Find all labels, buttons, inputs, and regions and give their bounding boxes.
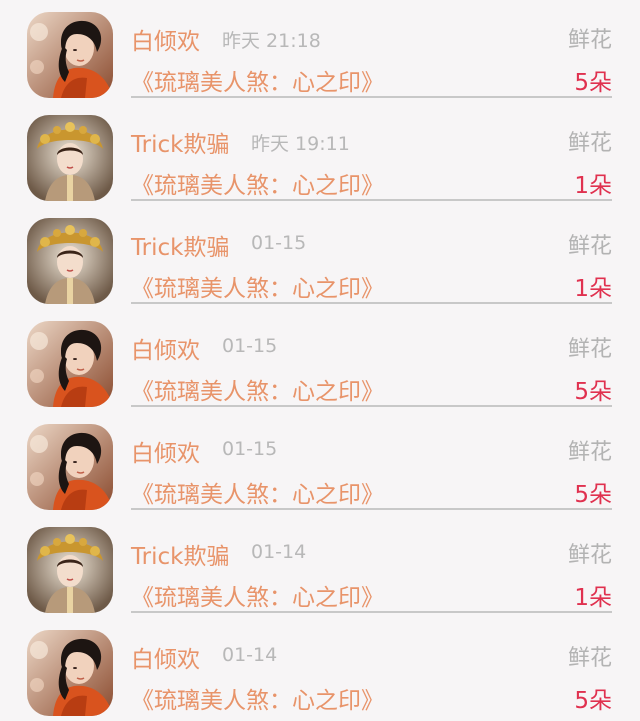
work-title[interactable]: 《琉璃美人煞：心之印》 — [131, 372, 384, 406]
divider — [131, 508, 612, 510]
work-title[interactable]: 《琉璃美人煞：心之印》 — [131, 166, 384, 200]
timestamp: 昨天 19:11 — [251, 133, 350, 155]
divider — [131, 405, 612, 407]
timestamp: 01-15 — [222, 438, 278, 460]
avatar-golden-headdress-image — [27, 115, 113, 201]
gift-type: 鲜花 — [567, 337, 612, 362]
gift-count: 5朵 — [574, 688, 612, 714]
timestamp: 01-15 — [222, 335, 278, 357]
work-title[interactable]: 《琉璃美人煞：心之印》 — [131, 269, 384, 303]
timestamp: 01-15 — [251, 232, 307, 254]
work-title[interactable]: 《琉璃美人煞：心之印》 — [131, 475, 384, 509]
avatar[interactable] — [27, 527, 113, 613]
list-item[interactable]: Trick欺骗 昨天 19:11 鲜花 《琉璃美人煞：心之印》 1朵 — [0, 103, 640, 206]
work-title[interactable]: 《琉璃美人煞：心之印》 — [131, 578, 384, 612]
gift-type: 鲜花 — [567, 28, 612, 53]
avatar-red-robe-image — [27, 424, 113, 510]
list-item[interactable]: Trick欺骗 01-14 鲜花 《琉璃美人煞：心之印》 1朵 — [0, 515, 640, 618]
divider — [131, 96, 612, 98]
sender-name[interactable]: 白倾欢 — [131, 331, 200, 365]
timestamp: 01-14 — [222, 644, 278, 666]
avatar-red-robe-image — [27, 630, 113, 716]
timestamp: 昨天 21:18 — [222, 30, 321, 52]
sender-name[interactable]: Trick欺骗 — [131, 228, 229, 262]
sender-name[interactable]: 白倾欢 — [131, 640, 200, 674]
work-title[interactable]: 《琉璃美人煞：心之印》 — [131, 681, 384, 715]
avatar[interactable] — [27, 424, 113, 510]
sender-name[interactable]: Trick欺骗 — [131, 125, 229, 159]
gift-type: 鲜花 — [567, 131, 612, 156]
divider — [131, 611, 612, 613]
avatar[interactable] — [27, 218, 113, 304]
avatar-golden-headdress-image — [27, 218, 113, 304]
gift-count: 1朵 — [574, 173, 612, 199]
gift-count: 1朵 — [574, 585, 612, 611]
gift-type: 鲜花 — [567, 440, 612, 465]
sender-name[interactable]: 白倾欢 — [131, 434, 200, 468]
timestamp: 01-14 — [251, 541, 307, 563]
avatar-red-robe-image — [27, 321, 113, 407]
divider — [131, 199, 612, 201]
avatar[interactable] — [27, 12, 113, 98]
list-item[interactable]: 白倾欢 01-15 鲜花 《琉璃美人煞：心之印》 5朵 — [0, 412, 640, 515]
list-item[interactable]: Trick欺骗 01-15 鲜花 《琉璃美人煞：心之印》 1朵 — [0, 206, 640, 309]
avatar[interactable] — [27, 115, 113, 201]
gift-type: 鲜花 — [567, 543, 612, 568]
gift-type: 鲜花 — [567, 234, 612, 259]
gift-count: 1朵 — [574, 276, 612, 302]
avatar-golden-headdress-image — [27, 527, 113, 613]
list-item[interactable]: 白倾欢 01-14 鲜花 《琉璃美人煞：心之印》 5朵 — [0, 618, 640, 721]
gift-count: 5朵 — [574, 70, 612, 96]
avatar[interactable] — [27, 630, 113, 716]
gift-record-list: 白倾欢 昨天 21:18 鲜花 《琉璃美人煞：心之印》 5朵 Trick欺骗 昨… — [0, 0, 640, 716]
gift-count: 5朵 — [574, 482, 612, 508]
divider — [131, 302, 612, 304]
sender-name[interactable]: 白倾欢 — [131, 22, 200, 56]
list-item[interactable]: 白倾欢 昨天 21:18 鲜花 《琉璃美人煞：心之印》 5朵 — [0, 0, 640, 103]
list-item[interactable]: 白倾欢 01-15 鲜花 《琉璃美人煞：心之印》 5朵 — [0, 309, 640, 412]
work-title[interactable]: 《琉璃美人煞：心之印》 — [131, 63, 384, 97]
avatar[interactable] — [27, 321, 113, 407]
avatar-red-robe-image — [27, 12, 113, 98]
gift-count: 5朵 — [574, 379, 612, 405]
sender-name[interactable]: Trick欺骗 — [131, 537, 229, 571]
gift-type: 鲜花 — [567, 646, 612, 671]
